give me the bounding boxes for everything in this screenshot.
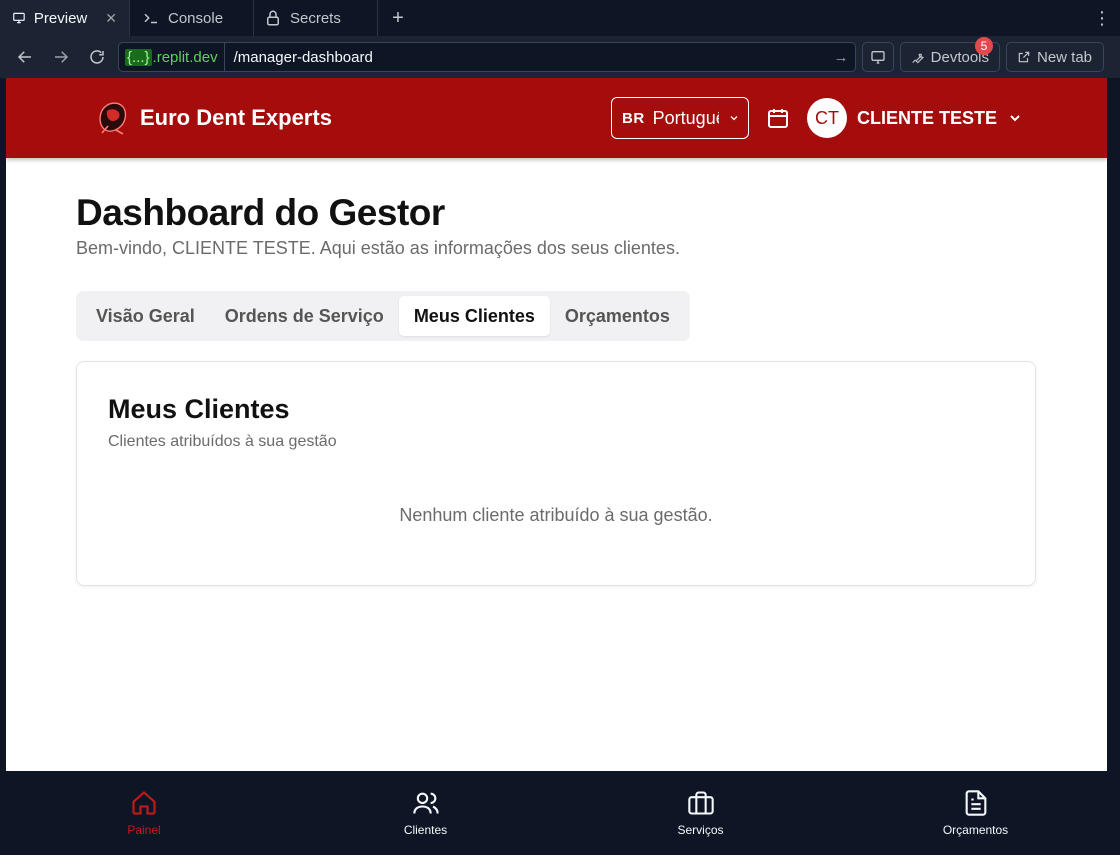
- briefcase-icon: [687, 791, 714, 815]
- page-subtitle: Bem-vindo, CLIENTE TESTE. Aqui estão as …: [76, 238, 680, 258]
- chevron-down-icon: [730, 116, 738, 121]
- terminal-icon: [144, 13, 157, 24]
- document-icon: [965, 790, 986, 816]
- chevron-down-icon: [1010, 115, 1020, 122]
- calendar-icon: [767, 109, 788, 128]
- lock-icon: [267, 10, 279, 26]
- tab-visao-geral[interactable]: Visão Geral: [81, 296, 210, 336]
- arrow-left-icon: [17, 51, 31, 63]
- go-arrow-icon[interactable]: →: [827, 49, 855, 66]
- domain-braces: {...}: [125, 48, 152, 66]
- nav-servicos-label: Serviços: [677, 823, 724, 837]
- users-icon: [412, 792, 439, 814]
- tab-secrets[interactable]: Secrets: [254, 0, 378, 36]
- app-viewport: Euro Dent Experts BR Português CT CLIENT…: [6, 78, 1107, 771]
- tab-preview-label: Preview: [33, 9, 88, 27]
- monitor-icon: [13, 12, 25, 24]
- close-icon[interactable]: ✕: [105, 10, 117, 27]
- empty-state-message: Nenhum cliente atribuído à sua gestão.: [399, 505, 713, 525]
- reload-button[interactable]: [82, 42, 112, 72]
- add-tab-button[interactable]: +: [378, 0, 418, 36]
- bottom-nav: Painel Clientes Serviços Orçamentos: [0, 771, 1120, 855]
- nav-orcamentos[interactable]: Orçamentos: [838, 771, 1113, 855]
- tab-console[interactable]: Console: [130, 0, 254, 36]
- user-menu[interactable]: CT CLIENTE TESTE: [806, 98, 1023, 138]
- clients-card: Meus Clientes Clientes atribuídos à sua …: [76, 361, 1036, 586]
- address-bar[interactable]: {...} .replit.dev /manager-dashboard →: [118, 42, 856, 72]
- language-code: BR: [621, 109, 645, 127]
- domain-suffix: .replit.dev: [152, 48, 218, 66]
- plus-icon: +: [392, 6, 404, 29]
- screen-button[interactable]: [862, 42, 894, 72]
- workspace-tabbar: Preview ✕ Console Secrets + ⋮: [0, 0, 1120, 36]
- card-subtitle: Clientes atribuídos à sua gestão: [108, 433, 337, 450]
- preview-toolbar: {...} .replit.dev /manager-dashboard → D…: [0, 36, 1120, 78]
- reload-icon: [90, 50, 104, 64]
- card-title: Meus Clientes: [108, 394, 290, 424]
- wrench-icon: [912, 53, 924, 63]
- home-icon: [132, 791, 156, 815]
- devtools-button[interactable]: Devtools 5: [900, 37, 1000, 72]
- url-path[interactable]: /manager-dashboard: [225, 49, 827, 66]
- new-tab-button[interactable]: New tab: [1006, 42, 1104, 72]
- tab-preview[interactable]: Preview ✕: [0, 0, 130, 36]
- nav-clientes-label: Clientes: [403, 823, 448, 837]
- devtools-badge: 5: [975, 37, 993, 55]
- tab-meus-clientes[interactable]: Meus Clientes: [398, 296, 550, 336]
- tab-console-label: Console: [168, 9, 224, 27]
- tab-ordens-de-servico[interactable]: Ordens de Serviço: [210, 296, 399, 336]
- avatar: CT: [806, 98, 847, 138]
- logo-icon: [99, 102, 127, 135]
- calendar-button[interactable]: [765, 105, 791, 131]
- nav-painel[interactable]: Painel: [0, 771, 288, 855]
- external-link-icon: [1018, 51, 1030, 63]
- screen-icon: [871, 51, 885, 64]
- user-name: CLIENTE TESTE: [856, 107, 997, 128]
- forward-button[interactable]: [46, 42, 76, 72]
- brand-name: Euro Dent Experts: [140, 105, 332, 130]
- nav-painel-label: Painel: [127, 823, 161, 837]
- nav-servicos[interactable]: Serviços: [563, 771, 838, 855]
- domain-label: {...} .replit.dev: [119, 43, 225, 71]
- main-content: Dashboard do Gestor Bem-vindo, CLIENTE T…: [6, 158, 1107, 586]
- dashboard-tabs: Visão Geral Ordens de Serviço Meus Clien…: [76, 291, 690, 341]
- app-header: Euro Dent Experts BR Português CT CLIENT…: [6, 78, 1107, 158]
- brand[interactable]: Euro Dent Experts: [96, 99, 332, 137]
- tab-orcamentos[interactable]: Orçamentos: [550, 296, 685, 336]
- nav-clientes[interactable]: Clientes: [288, 771, 563, 855]
- back-button[interactable]: [10, 42, 40, 72]
- arrow-right-icon: [55, 51, 69, 63]
- tab-secrets-label: Secrets: [290, 9, 341, 27]
- kebab-menu-icon[interactable]: ⋮: [1084, 0, 1120, 36]
- language-name: Português: [652, 107, 719, 128]
- new-tab-label: New tab: [1037, 48, 1093, 66]
- nav-orcamentos-label: Orçamentos: [942, 823, 1009, 837]
- page-title: Dashboard do Gestor: [76, 192, 445, 233]
- language-select[interactable]: BR Português: [610, 97, 749, 139]
